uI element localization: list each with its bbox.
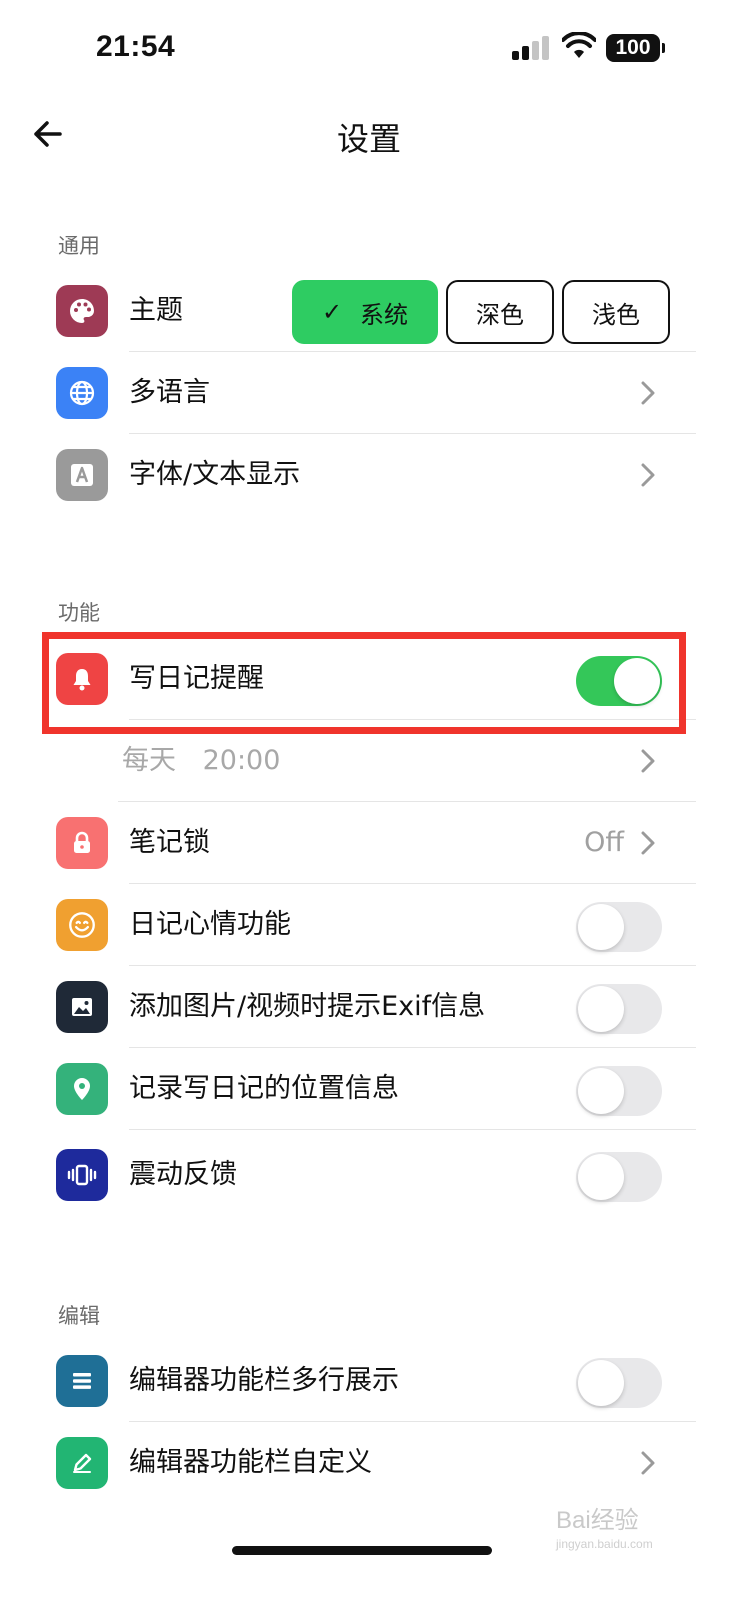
theme-row: 主题 ✓ 系统 深色 浅色 [0, 270, 738, 352]
theme-label: 主题 [129, 295, 183, 326]
chevron-right-icon [641, 831, 655, 855]
reminder-time-value: 20:00 [202, 745, 281, 776]
toolbar-multiline-label: 编辑器功能栏多行展示 [129, 1365, 399, 1396]
checkmark-icon: ✓ [321, 298, 343, 326]
highlight-box [42, 632, 686, 734]
notelock-row[interactable]: 笔记锁 Off [0, 802, 738, 884]
status-time: 21:54 [96, 30, 176, 63]
cellular-signal-icon [512, 36, 552, 60]
font-icon [56, 449, 108, 501]
exif-label: 添加图片/视频时提示Exif信息 [129, 991, 486, 1022]
chevron-right-icon [641, 1451, 655, 1475]
haptic-toggle[interactable] [576, 1152, 662, 1202]
theme-option-light[interactable]: 浅色 [562, 280, 670, 344]
theme-option-system-label: 系统 [360, 300, 409, 329]
toggle-knob [578, 904, 624, 950]
location-toggle[interactable] [576, 1066, 662, 1116]
image-icon [56, 981, 108, 1033]
lock-icon [56, 817, 108, 869]
language-label: 多语言 [129, 377, 210, 408]
vibration-icon [56, 1149, 108, 1201]
reminder-time-row[interactable]: 每天 20:00 [0, 720, 738, 802]
theme-option-dark[interactable]: 深色 [446, 280, 554, 344]
palette-icon [56, 285, 108, 337]
language-row[interactable]: 多语言 [0, 352, 738, 434]
toolbar-custom-label: 编辑器功能栏自定义 [129, 1447, 372, 1478]
haptic-label: 震动反馈 [129, 1159, 237, 1190]
watermark: Bai经验 jingyan.baidu.com [556, 1500, 653, 1551]
watermark-brand: Bai经验 [556, 1507, 639, 1534]
font-row[interactable]: 字体/文本显示 [0, 434, 738, 516]
chevron-right-icon [641, 749, 655, 773]
list-icon [56, 1355, 108, 1407]
exif-toggle[interactable] [576, 984, 662, 1034]
reminder-time-text: 每天 20:00 [122, 720, 280, 802]
wifi-icon [562, 32, 596, 58]
toggle-knob [578, 1360, 624, 1406]
chevron-right-icon [641, 381, 655, 405]
exif-row: 添加图片/视频时提示Exif信息 [0, 966, 738, 1048]
font-label: 字体/文本显示 [129, 459, 301, 490]
location-row: 记录写日记的位置信息 [0, 1048, 738, 1130]
haptic-row: 震动反馈 [0, 1134, 738, 1216]
smiley-icon [56, 899, 108, 951]
notelock-label: 笔记锁 [129, 827, 210, 858]
battery-icon: 100 [606, 34, 665, 62]
notelock-value: Off [584, 827, 624, 858]
mood-row: 日记心情功能 [0, 884, 738, 966]
theme-option-system[interactable]: ✓ 系统 [292, 280, 438, 344]
section-header-general: 通用 [58, 234, 100, 258]
mood-label: 日记心情功能 [129, 909, 291, 940]
mood-toggle[interactable] [576, 902, 662, 952]
location-label: 记录写日记的位置信息 [129, 1073, 399, 1104]
toggle-knob [578, 986, 624, 1032]
nav-bar: 设置 [0, 100, 738, 170]
row-divider [129, 1129, 696, 1130]
toolbar-custom-row[interactable]: 编辑器功能栏自定义 [0, 1422, 738, 1504]
status-bar: 21:54 100 [0, 0, 738, 100]
toggle-knob [578, 1068, 624, 1114]
toolbar-multiline-toggle[interactable] [576, 1358, 662, 1408]
reminder-time-day: 每天 [122, 745, 176, 776]
toggle-knob [578, 1154, 624, 1200]
section-header-features: 功能 [58, 601, 100, 625]
location-pin-icon [56, 1063, 108, 1115]
page-title: 设置 [336, 120, 401, 158]
home-indicator[interactable] [232, 1546, 492, 1555]
watermark-url: jingyan.baidu.com [556, 1537, 653, 1551]
pencil-icon [56, 1437, 108, 1489]
toolbar-multiline-row: 编辑器功能栏多行展示 [0, 1340, 738, 1422]
chevron-right-icon [641, 463, 655, 487]
section-header-editing: 编辑 [58, 1304, 100, 1328]
globe-icon [56, 367, 108, 419]
